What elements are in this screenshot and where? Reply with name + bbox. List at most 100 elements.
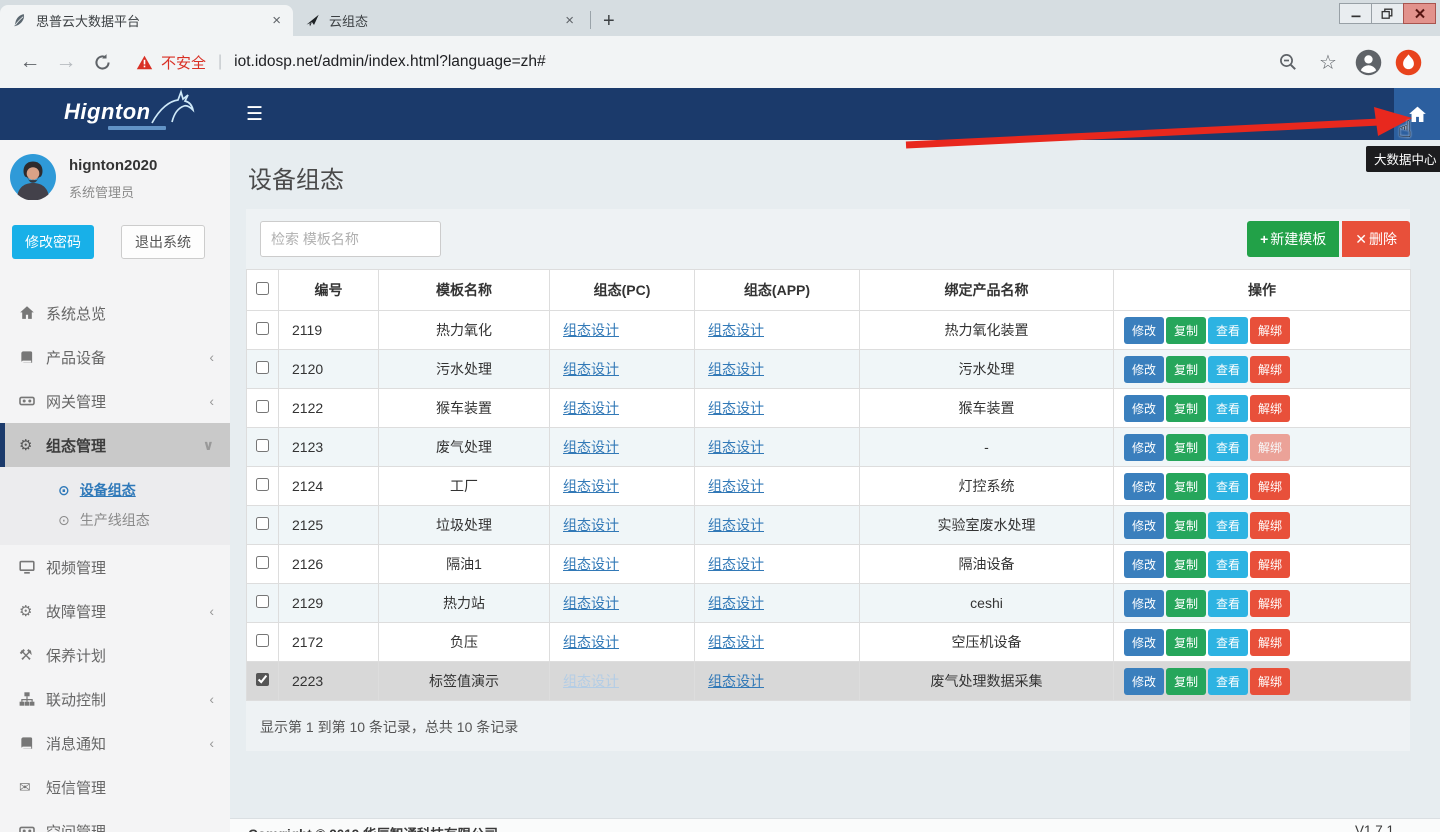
pc-config-design-link[interactable]: 组态设计	[563, 634, 619, 650]
logout-button[interactable]: 退出系统	[121, 225, 205, 259]
hamburger-menu-icon[interactable]: ☰	[246, 105, 263, 124]
app-config-design-link[interactable]: 组态设计	[708, 517, 764, 533]
window-restore-button[interactable]	[1371, 3, 1404, 24]
unbind-button[interactable]: 解绑	[1250, 356, 1290, 383]
view-button[interactable]: 查看	[1208, 512, 1248, 539]
pc-config-design-link[interactable]: 组态设计	[563, 400, 619, 416]
copy-button[interactable]: 复制	[1166, 551, 1206, 578]
bookmark-star-icon[interactable]: ☆	[1308, 50, 1348, 75]
edit-button[interactable]: 修改	[1124, 512, 1164, 539]
security-warning-label[interactable]: 不安全	[161, 52, 206, 73]
new-template-button[interactable]: +新建模板	[1247, 221, 1339, 257]
copy-button[interactable]: 复制	[1166, 473, 1206, 500]
delete-button[interactable]: ✕删除	[1342, 221, 1410, 257]
edit-button[interactable]: 修改	[1124, 395, 1164, 422]
row-checkbox[interactable]	[256, 556, 269, 569]
edit-button[interactable]: 修改	[1124, 629, 1164, 656]
sidebar-item-故障管理[interactable]: ⚙故障管理‹	[0, 589, 230, 633]
app-config-design-link[interactable]: 组态设计	[708, 400, 764, 416]
edit-button[interactable]: 修改	[1124, 473, 1164, 500]
pc-config-design-link[interactable]: 组态设计	[563, 439, 619, 455]
copy-button[interactable]: 复制	[1166, 512, 1206, 539]
app-config-design-link[interactable]: 组态设计	[708, 556, 764, 572]
edit-button[interactable]: 修改	[1124, 551, 1164, 578]
sidebar-item-短信管理[interactable]: ✉短信管理	[0, 765, 230, 809]
app-config-design-link[interactable]: 组态设计	[708, 673, 764, 689]
sidebar-item-空间管理[interactable]: 空间管理	[0, 809, 230, 832]
reload-icon[interactable]	[84, 50, 120, 74]
zoom-out-icon[interactable]	[1268, 52, 1308, 72]
row-checkbox[interactable]	[256, 439, 269, 452]
unbind-button[interactable]: 解绑	[1250, 317, 1290, 344]
browser-tab-platform[interactable]: 思普云大数据平台 ×	[0, 5, 293, 36]
edit-button[interactable]: 修改	[1124, 434, 1164, 461]
sidebar-item-视频管理[interactable]: 视频管理	[0, 545, 230, 589]
row-checkbox[interactable]	[256, 517, 269, 530]
url-text[interactable]: iot.idosp.net/admin/index.html?language=…	[234, 53, 546, 71]
app-config-design-link[interactable]: 组态设计	[708, 322, 764, 338]
sidebar-item-联动控制[interactable]: 联动控制‹	[0, 677, 230, 721]
sidebar-item-组态管理[interactable]: ⚙组态管理∨	[0, 423, 230, 467]
copy-button[interactable]: 复制	[1166, 629, 1206, 656]
unbind-button[interactable]: 解绑	[1250, 395, 1290, 422]
sidebar-item-系统总览[interactable]: 系统总览	[0, 291, 230, 335]
back-icon[interactable]: ←	[12, 50, 48, 74]
submenu-item-生产线组态[interactable]: ⊙生产线组态	[0, 505, 230, 535]
view-button[interactable]: 查看	[1208, 473, 1248, 500]
unbind-button[interactable]: 解绑	[1250, 473, 1290, 500]
pc-config-design-link[interactable]: 组态设计	[563, 595, 619, 611]
sidebar-item-保养计划[interactable]: ⚒保养计划	[0, 633, 230, 677]
app-config-design-link[interactable]: 组态设计	[708, 595, 764, 611]
view-button[interactable]: 查看	[1208, 395, 1248, 422]
row-checkbox[interactable]	[256, 595, 269, 608]
row-checkbox[interactable]	[256, 322, 269, 335]
edit-button[interactable]: 修改	[1124, 668, 1164, 695]
edit-button[interactable]: 修改	[1124, 317, 1164, 344]
edit-button[interactable]: 修改	[1124, 590, 1164, 617]
search-input[interactable]	[260, 221, 441, 257]
view-button[interactable]: 查看	[1208, 434, 1248, 461]
view-button[interactable]: 查看	[1208, 629, 1248, 656]
pc-config-design-link[interactable]: 组态设计	[563, 478, 619, 494]
pc-config-design-link[interactable]: 组态设计	[563, 556, 619, 572]
sidebar-item-产品设备[interactable]: 产品设备‹	[0, 335, 230, 379]
sidebar-item-消息通知[interactable]: 消息通知‹	[0, 721, 230, 765]
view-button[interactable]: 查看	[1208, 356, 1248, 383]
view-button[interactable]: 查看	[1208, 668, 1248, 695]
unbind-button[interactable]: 解绑	[1250, 590, 1290, 617]
edit-button[interactable]: 修改	[1124, 356, 1164, 383]
copy-button[interactable]: 复制	[1166, 434, 1206, 461]
tab-close-icon[interactable]: ×	[561, 12, 578, 29]
view-button[interactable]: 查看	[1208, 551, 1248, 578]
window-minimize-button[interactable]	[1339, 3, 1372, 24]
app-config-design-link[interactable]: 组态设计	[708, 634, 764, 650]
copy-button[interactable]: 复制	[1166, 590, 1206, 617]
copy-button[interactable]: 复制	[1166, 317, 1206, 344]
pc-config-design-link[interactable]: 组态设计	[563, 517, 619, 533]
pc-config-design-link[interactable]: 组态设计	[563, 322, 619, 338]
copy-button[interactable]: 复制	[1166, 356, 1206, 383]
window-close-button[interactable]	[1403, 3, 1436, 24]
browser-tab-cloud-config[interactable]: 云组态 ×	[293, 5, 586, 36]
extension-icon[interactable]	[1388, 49, 1428, 76]
unbind-button[interactable]: 解绑	[1250, 512, 1290, 539]
row-checkbox[interactable]	[256, 673, 269, 686]
submenu-item-设备组态[interactable]: ⊙设备组态	[0, 475, 230, 505]
change-password-button[interactable]: 修改密码	[12, 225, 94, 259]
sidebar-item-网关管理[interactable]: 网关管理‹	[0, 379, 230, 423]
forward-icon[interactable]: →	[48, 50, 84, 74]
address-bar[interactable]: 不安全 | iot.idosp.net/admin/index.html?lan…	[130, 52, 1258, 73]
unbind-button[interactable]: 解绑	[1250, 668, 1290, 695]
row-checkbox[interactable]	[256, 478, 269, 491]
unbind-button[interactable]: 解绑	[1250, 551, 1290, 578]
select-all-checkbox[interactable]	[256, 282, 269, 295]
unbind-button[interactable]: 解绑	[1250, 629, 1290, 656]
row-checkbox[interactable]	[256, 400, 269, 413]
row-checkbox[interactable]	[256, 361, 269, 374]
pc-config-design-link[interactable]: 组态设计	[563, 673, 619, 689]
app-config-design-link[interactable]: 组态设计	[708, 361, 764, 377]
app-config-design-link[interactable]: 组态设计	[708, 439, 764, 455]
security-warning-icon[interactable]	[136, 55, 153, 70]
pc-config-design-link[interactable]: 组态设计	[563, 361, 619, 377]
unbind-button[interactable]: 解绑	[1250, 434, 1290, 461]
